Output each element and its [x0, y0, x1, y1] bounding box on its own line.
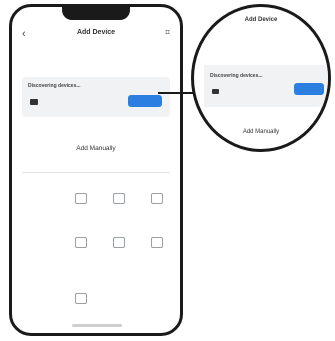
discovering-label: Discovering devices... — [28, 83, 81, 89]
discovering-card: Discovering devices... — [22, 77, 170, 117]
go-add-button[interactable] — [128, 95, 162, 107]
phone-notch — [62, 7, 130, 20]
device-type-icon — [75, 237, 87, 248]
zoom-discovering-card: Discovering devices... — [204, 65, 328, 107]
device-tile[interactable] — [142, 237, 172, 250]
add-manually-heading: Add Manually — [76, 145, 116, 152]
device-tile[interactable] — [142, 193, 172, 206]
top-bar: ‹ Add Device ⌗ — [12, 25, 180, 45]
device-icon — [30, 99, 38, 105]
zoom-add-manually-heading: Add Manually — [242, 129, 280, 135]
device-tile[interactable] — [104, 193, 134, 206]
category-item[interactable] — [22, 294, 62, 317]
category-item[interactable] — [22, 202, 62, 225]
category-item[interactable] — [22, 248, 62, 271]
device-tile[interactable] — [66, 237, 96, 250]
home-indicator — [72, 324, 122, 327]
divider — [22, 172, 170, 173]
category-item[interactable] — [22, 225, 62, 248]
zoom-go-add-button[interactable] — [294, 83, 324, 95]
device-type-icon — [75, 193, 87, 204]
device-tile[interactable] — [66, 293, 96, 306]
zoom-title: Add Device — [244, 17, 278, 23]
page-title: Add Device — [76, 29, 116, 36]
device-type-icon — [151, 193, 163, 204]
scan-icon[interactable]: ⌗ — [165, 27, 170, 38]
zoom-discovering-label: Discovering devices... — [210, 73, 263, 79]
device-tile[interactable] — [66, 193, 96, 206]
device-type-icon — [113, 237, 125, 248]
zoom-device-icon — [212, 89, 219, 94]
device-type-icon — [151, 237, 163, 248]
device-type-icon — [113, 193, 125, 204]
phone-frame: ‹ Add Device ⌗ Discovering devices... Ad… — [9, 4, 183, 336]
zoom-callout: Add Device Discovering devices... Add Ma… — [191, 4, 331, 152]
category-item[interactable] — [22, 317, 62, 333]
device-tile[interactable] — [104, 237, 134, 250]
device-type-icon — [75, 293, 87, 304]
category-item[interactable] — [22, 271, 62, 294]
category-list — [22, 179, 62, 333]
category-item[interactable] — [22, 179, 62, 202]
